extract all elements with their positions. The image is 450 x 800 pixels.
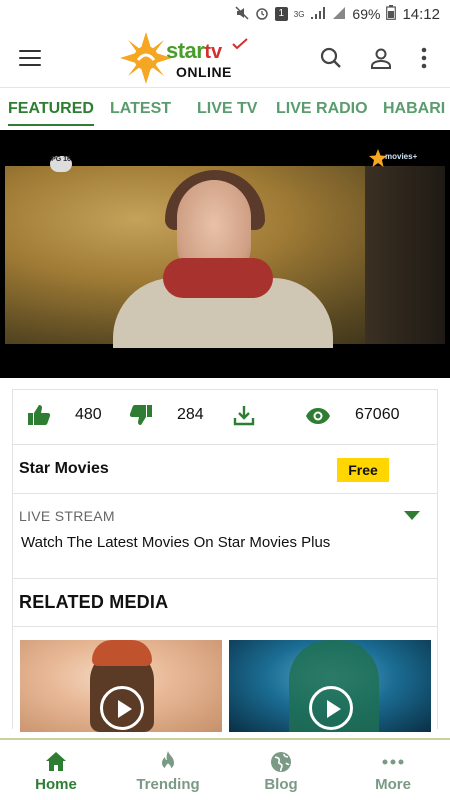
nav-trending-label: Trending <box>136 776 200 793</box>
sim-icon: 1 <box>274 7 288 21</box>
tab-live-tv[interactable]: LIVE TV <box>197 88 257 130</box>
status-bar: 1 3G 69% 14:12 <box>0 0 450 28</box>
eye-icon <box>305 407 331 430</box>
play-icon <box>100 686 144 730</box>
tab-latest[interactable]: LATEST <box>110 88 171 130</box>
live-stream-section: LIVE STREAM Watch The Latest Movies On S… <box>13 494 437 579</box>
logo-subtitle: ONLINE <box>176 64 232 80</box>
clock: 14:12 <box>402 5 440 23</box>
related-media-heading: RELATED MEDIA <box>19 592 169 612</box>
nav-home[interactable]: Home <box>0 740 112 800</box>
category-tabs: FEATURED LATEST LIVE TV LIVE RADIO HABAR… <box>0 88 450 130</box>
signal-icon-2 <box>332 6 346 23</box>
media-info-card: 480 284 67060 Star Movies Free LIVE STRE… <box>12 389 438 732</box>
nav-more[interactable]: More <box>337 740 449 800</box>
nav-trending[interactable]: Trending <box>112 740 224 800</box>
live-stream-label: LIVE STREAM <box>19 508 115 524</box>
related-media-item[interactable] <box>229 640 431 732</box>
nav-blog-label: Blog <box>264 776 298 793</box>
dislike-button[interactable] <box>129 404 153 431</box>
search-button[interactable] <box>306 28 356 88</box>
logo-word: star <box>166 38 205 63</box>
network-type: 3G <box>293 9 305 19</box>
person-icon <box>371 48 391 69</box>
logo-suffix: tv <box>204 41 223 63</box>
nav-more-label: More <box>375 776 411 793</box>
like-button[interactable] <box>27 404 51 431</box>
more-vert-icon <box>421 47 427 69</box>
nav-blog[interactable]: Blog <box>225 740 337 800</box>
startimes-logo[interactable]: startv ONLINE <box>118 30 248 86</box>
channel-row: Star Movies Free <box>13 446 437 494</box>
thumbs-up-icon <box>28 405 51 425</box>
bottom-navigation: Home Trending Blog More <box>0 738 450 800</box>
likes-count: 480 <box>75 406 102 423</box>
more-dots-icon <box>382 759 404 765</box>
check-icon <box>232 38 248 50</box>
stats-row: 480 284 67060 <box>13 390 437 445</box>
expand-button[interactable] <box>404 508 420 526</box>
nav-home-label: Home <box>35 776 77 793</box>
tab-featured[interactable]: FEATURED <box>8 88 94 130</box>
rating-badge: PG 16 <box>50 156 72 172</box>
account-button[interactable] <box>356 28 406 88</box>
video-frame <box>5 166 445 348</box>
views-count: 67060 <box>355 406 400 423</box>
live-stream-description: Watch The Latest Movies On Star Movies P… <box>21 534 331 551</box>
thumbs-down-icon <box>129 405 152 425</box>
app-bar: startv ONLINE <box>0 28 450 88</box>
download-icon <box>233 406 255 426</box>
battery-icon <box>386 5 397 23</box>
channel-watermark: movies+ <box>368 148 420 168</box>
menu-button[interactable] <box>0 28 60 88</box>
price-badge: Free <box>337 458 389 482</box>
battery-percent: 69% <box>352 6 381 22</box>
tab-live-radio[interactable]: LIVE RADIO <box>276 88 368 130</box>
alarm-icon <box>255 6 269 23</box>
flame-icon <box>162 751 174 771</box>
globe-icon <box>271 752 291 772</box>
channel-name[interactable]: Star Movies <box>19 460 109 478</box>
home-icon <box>46 752 66 771</box>
tab-habari[interactable]: HABARI <box>383 88 445 130</box>
caret-down-icon <box>404 511 420 520</box>
search-icon <box>320 47 341 68</box>
divider <box>13 626 437 627</box>
signal-icon <box>310 6 326 23</box>
dislikes-count: 284 <box>177 406 204 423</box>
mute-icon <box>235 5 249 23</box>
video-player[interactable]: PG 16 movies+ <box>0 130 450 378</box>
play-icon <box>309 686 353 730</box>
hamburger-icon <box>19 49 41 66</box>
related-media-item[interactable] <box>20 640 222 732</box>
overflow-menu-button[interactable] <box>406 28 442 88</box>
download-button[interactable] <box>233 404 255 431</box>
